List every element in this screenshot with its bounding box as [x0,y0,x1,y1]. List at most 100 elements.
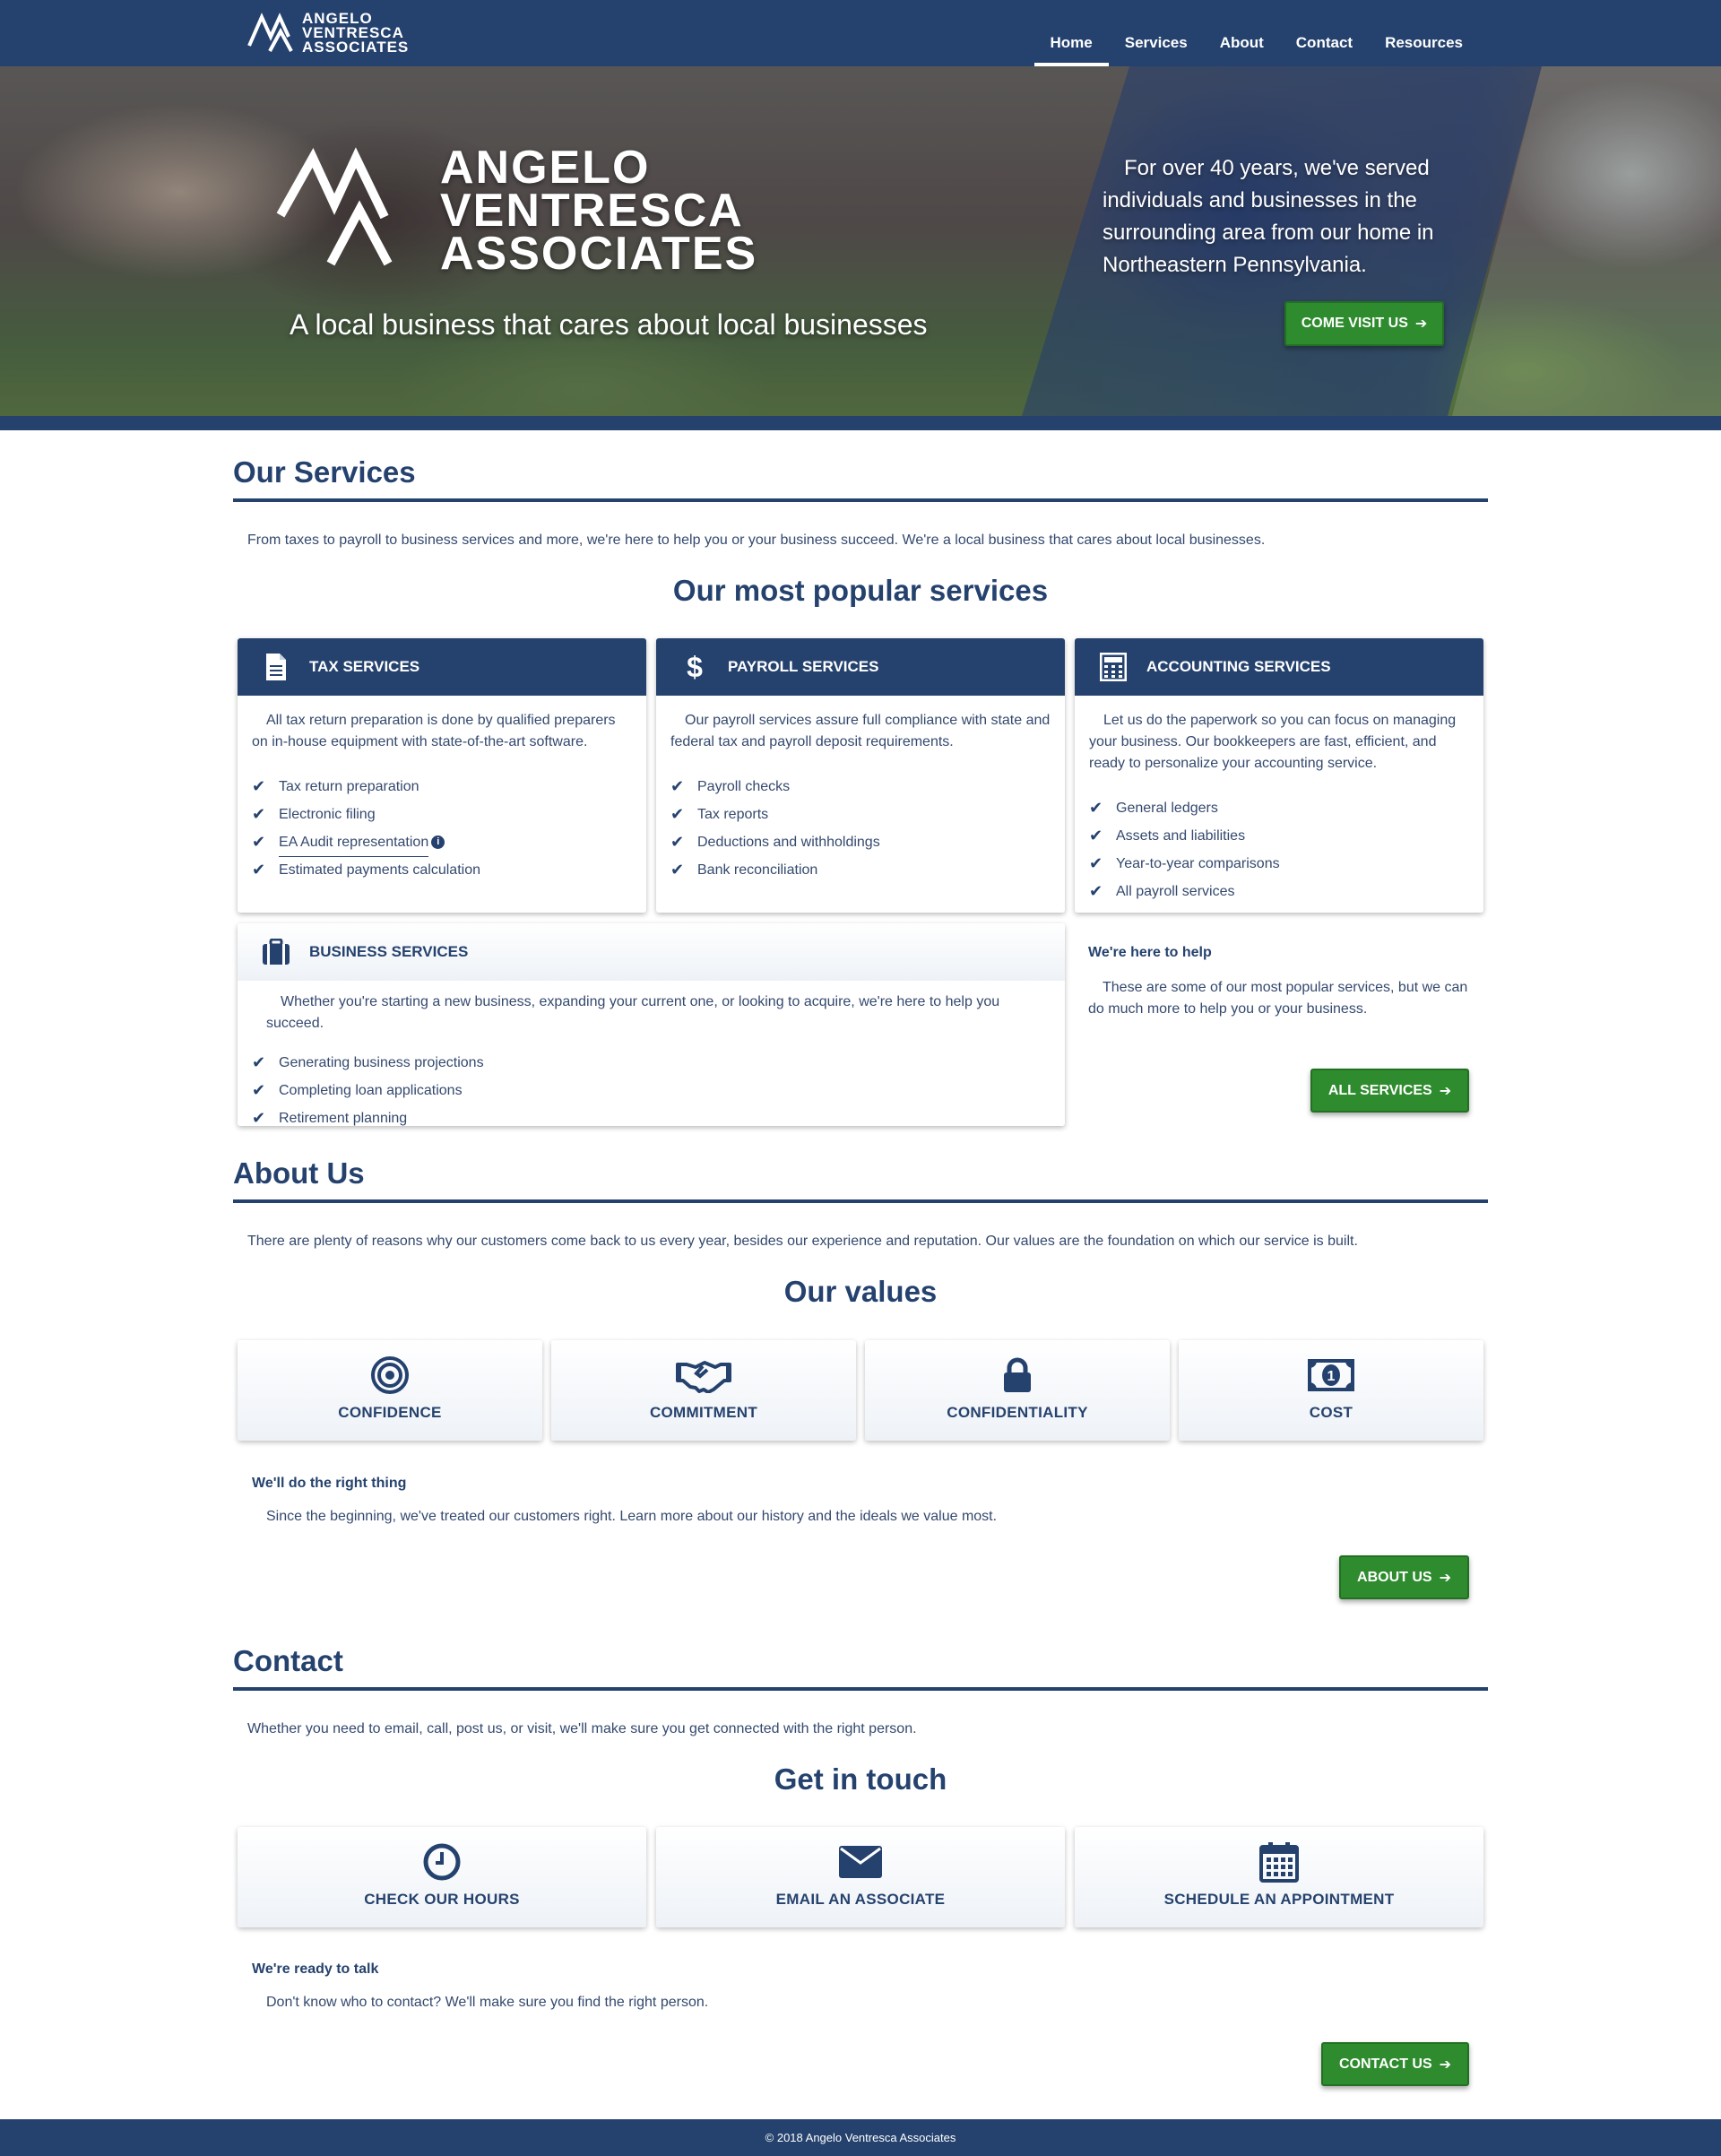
list-item: ✔ Year-to-year comparisons [1089,850,1469,878]
ava-logo-mark-icon [247,13,293,52]
list-item: ✔ EA Audit representation i [252,828,632,857]
arrow-right-icon: ➔ [1439,2056,1452,2073]
envelope-icon [656,1842,1065,1882]
value-cost-tile[interactable]: 1 COST [1179,1340,1483,1441]
check-icon: ✔ [670,805,685,823]
check-icon: ✔ [252,1053,266,1071]
about-us-button[interactable]: ABOUT US ➔ [1339,1555,1469,1599]
accounting-services-title: ACCOUNTING SERVICES [1146,658,1331,675]
contact-title: Contact [233,1644,1488,1691]
business-services-title: BUSINESS SERVICES [309,943,469,960]
come-visit-us-button[interactable]: COME VISIT US ➔ [1284,301,1444,346]
check-icon: ✔ [252,777,266,795]
hero-brand-line-2: VENTRESCA [440,185,744,237]
check-hours-tile[interactable]: CHECK OUR HOURS [238,1827,646,1927]
business-services-desc: Whether you're starting a new business, … [266,994,1000,1031]
tax-services-desc: All tax return preparation is done by qu… [252,713,616,749]
arrow-right-icon: ➔ [1439,1083,1452,1099]
business-services-header[interactable]: BUSINESS SERVICES [238,923,1065,981]
contact-lead: Whether you need to email, call, post us… [247,1721,917,1736]
contact-option-label: CHECK OUR HOURS [364,1891,520,1908]
value-confidentiality-tile[interactable]: CONFIDENTIALITY [865,1340,1170,1441]
accounting-services-card: ACCOUNTING SERVICES Let us do the paperw… [1075,638,1483,913]
handshake-icon [551,1355,856,1395]
help-text: These are some of our most popular servi… [1088,980,1468,1017]
check-icon: ✔ [252,833,266,851]
ea-audit-link[interactable]: EA Audit representation [279,828,429,857]
about-us-label: ABOUT US [1357,1569,1432,1585]
list-item: ✔ General ledgers [1089,794,1469,822]
list-item: ✔ Generating business projections [252,1049,1051,1077]
list-item: ✔ Retirement planning [252,1104,1051,1126]
tax-services-header[interactable]: TAX SERVICES [238,638,646,696]
come-visit-us-label: COME VISIT US [1301,316,1408,331]
payroll-services-header[interactable]: $ PAYROLL SERVICES [656,638,1065,696]
contact-section: Contact Whether you need to email, call,… [233,1644,1488,1797]
document-icon [261,652,291,682]
value-commitment-tile[interactable]: COMMITMENT [551,1340,856,1441]
check-icon: ✔ [1089,854,1103,872]
svg-text:1: 1 [1328,1369,1336,1384]
nav-services[interactable]: Services [1109,0,1204,66]
nav-home[interactable]: Home [1033,0,1109,66]
value-label: COST [1309,1404,1353,1421]
check-icon: ✔ [1089,827,1103,844]
accounting-services-header[interactable]: ACCOUNTING SERVICES [1075,638,1483,696]
list-item-label: General ledgers [1116,801,1218,816]
info-icon[interactable]: i [431,836,445,849]
check-icon: ✔ [252,805,266,823]
about-lead: There are plenty of reasons why our cust… [247,1234,1358,1249]
payroll-services-title: PAYROLL SERVICES [728,658,879,675]
list-item-label: All payroll services [1116,884,1235,899]
hero-description: For over 40 years, we've served individu… [1103,156,1434,277]
about-subtitle: Our values [783,1275,938,1308]
list-item-label: Deductions and withholdings [697,835,880,850]
hero-logo: ANGELO VENTRESCA ASSOCIATES [273,144,758,280]
about-note-text: Since the beginning, we've treated our c… [266,1509,998,1524]
list-item-label: Tax return preparation [279,779,419,794]
contact-option-label: SCHEDULE AN APPOINTMENT [1163,1891,1395,1908]
contact-option-label: EMAIL AN ASSOCIATE [775,1891,946,1908]
check-icon: ✔ [252,861,266,879]
contact-note-box: We're ready to talk Don't know who to co… [252,1961,1238,2013]
list-item: ✔ Deductions and withholdings [670,828,1051,856]
value-confidence-tile[interactable]: CONFIDENCE [238,1340,542,1441]
services-help-box: We're here to help These are some of our… [1088,945,1474,1020]
contact-note-text: Don't know who to contact? We'll make su… [266,1995,709,2010]
list-item: ✔ All payroll services [1089,878,1469,905]
services-section: Our Services From taxes to payroll to bu… [233,455,1488,608]
business-services-list: ✔ Generating business projections ✔ Comple… [252,1049,1051,1126]
schedule-appointment-tile[interactable]: SCHEDULE AN APPOINTMENT [1075,1827,1483,1927]
nav-about[interactable]: About [1204,0,1280,66]
list-item: ✔ Completing loan applications [252,1077,1051,1104]
contact-us-label: CONTACT US [1338,2056,1432,2072]
list-item: ✔ Payroll checks [670,773,1051,801]
email-associate-tile[interactable]: EMAIL AN ASSOCIATE [656,1827,1065,1927]
value-label: CONFIDENCE [338,1404,442,1421]
brand-wordmark: ANGELO VENTRESCA ASSOCIATES [302,11,409,55]
nav-contact[interactable]: Contact [1280,0,1369,66]
list-item: ✔ Assets and liabilities [1089,822,1469,850]
accounting-services-body: Let us do the paperwork so you can focus… [1075,696,1483,905]
list-item-label: Tax reports [697,807,769,822]
contact-us-button[interactable]: CONTACT US ➔ [1321,2042,1469,2086]
list-item-label: Completing loan applications [279,1083,463,1098]
help-title: We're here to help [1088,945,1212,960]
hero-brand-line-3: ASSOCIATES [440,228,758,280]
ava-hero-logo-icon [276,147,393,266]
nav-resources[interactable]: Resources [1369,0,1479,66]
footer-copyright: © 2018 Angelo Ventresca Associates [765,2131,956,2144]
arrow-right-icon: ➔ [1439,1570,1451,1586]
money-bill-icon: 1 [1179,1355,1483,1395]
list-item: ✔ Electronic filing [252,801,632,828]
all-services-button[interactable]: ALL SERVICES ➔ [1310,1069,1469,1113]
tax-services-list: ✔ Tax return preparation ✔ Electronic fili… [252,773,632,884]
list-item-label: Estimated payments calculation [279,862,480,878]
brand-logo[interactable]: ANGELO VENTRESCA ASSOCIATES [246,9,409,57]
all-services-label: ALL SERVICES [1328,1082,1432,1098]
list-item: ✔ Tax reports [670,801,1051,828]
tax-services-card: TAX SERVICES All tax return preparation … [238,638,646,913]
services-lead: From taxes to payroll to business servic… [247,533,1266,548]
list-item-label: Assets and liabilities [1116,828,1246,844]
services-subtitle: Our most popular services [672,574,1049,607]
